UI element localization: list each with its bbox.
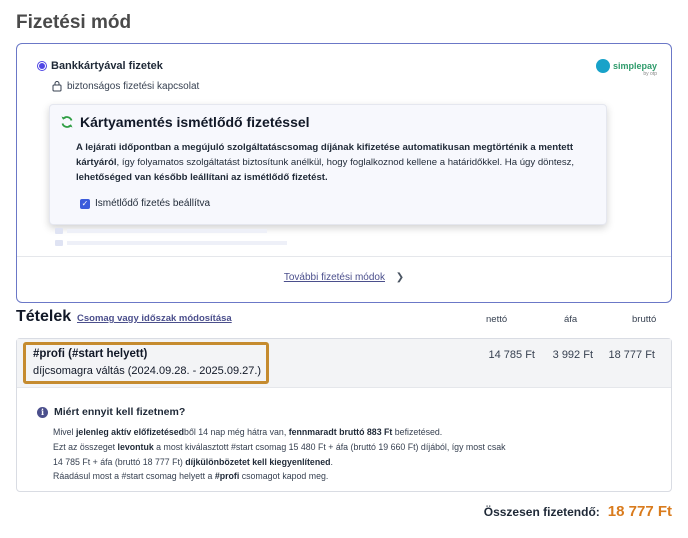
simplepay-logo-text: simplepay bbox=[612, 61, 657, 71]
col-header-net: nettó bbox=[486, 314, 508, 325]
total-label: Összesen fizetendő: bbox=[483, 505, 600, 519]
why-l1-c: ből 14 nap még hátra van, bbox=[184, 427, 289, 437]
table-row: #profi (#start helyett) díjcsomagra vált… bbox=[17, 339, 671, 388]
why-l3-a: 14 785 Ft + áfa (bruttó 18 777 Ft) bbox=[53, 456, 186, 467]
lock-icon bbox=[52, 81, 62, 92]
items-header: Tételek Csomag vagy időszak módosítása n… bbox=[16, 308, 672, 328]
recurring-title-text: Kártyamentés ismétlődő fizetéssel bbox=[80, 114, 310, 130]
why-line-4: Ráadásul most a #start csomag helyett a … bbox=[53, 469, 573, 484]
item-description: díjcsomagra váltás (2024.09.28. - 2025.0… bbox=[33, 365, 262, 377]
why-l4-c: csomagot kapod meg. bbox=[239, 471, 329, 482]
why-line-3: 14 785 Ft + áfa (bruttó 18 777 Ft) díjkü… bbox=[53, 455, 573, 470]
items-card: #profi (#start helyett) díjcsomagra vált… bbox=[16, 338, 672, 492]
why-l1-e: befizetésed. bbox=[392, 427, 443, 437]
col-header-vat: áfa bbox=[564, 314, 578, 325]
why-title: Miért ennyit kell fizetnem? bbox=[54, 406, 186, 418]
simplepay-logo-sub: by otp bbox=[643, 71, 657, 77]
why-line-2: Ezt az összeget levontuk a most kiválasz… bbox=[53, 440, 573, 455]
item-name: #profi (#start helyett) bbox=[33, 348, 148, 360]
info-icon: i bbox=[37, 406, 48, 418]
total-row: Összesen fizetendő: 18 777 Ft bbox=[484, 503, 672, 520]
item-gross-price: 18 777 Ft bbox=[608, 349, 655, 361]
card-payment-label: Bankkártyával fizetek bbox=[51, 60, 163, 72]
payment-method-card: Bankkártyával fizetek biztonságos fizeté… bbox=[16, 43, 672, 303]
divider bbox=[17, 256, 671, 257]
why-line-1: Mivel jelenleg aktív előfizetésedből 14 … bbox=[53, 425, 573, 440]
checkbox-checked-icon[interactable]: ✓ bbox=[80, 198, 90, 209]
why-title-row: i Miért ennyit kell fizetnem? bbox=[37, 406, 185, 418]
why-l1-b: jelenleg aktív előfizetésed bbox=[75, 427, 185, 437]
secure-connection-label: biztonságos fizetési kapcsolat bbox=[67, 80, 200, 92]
simplepay-logo-icon bbox=[595, 59, 610, 73]
recurring-text-bold-2: lehetőséged van később leállítani az ism… bbox=[76, 172, 328, 183]
secure-connection-row: biztonságos fizetési kapcsolat bbox=[51, 80, 199, 92]
faded-rows-decoration bbox=[55, 228, 287, 246]
why-l2-a: Ezt az összeget bbox=[53, 441, 118, 452]
total-value: 18 777 Ft bbox=[607, 503, 672, 520]
why-l4-a: Ráadásul most a #start csomag helyett a bbox=[53, 471, 215, 482]
recurring-checkbox-row[interactable]: ✓ Ismétlődő fizetés beállítva bbox=[80, 198, 210, 209]
recurring-title: Kártyamentés ismétlődő fizetéssel bbox=[60, 114, 310, 130]
recurring-checkbox-label: Ismétlődő fizetés beállítva bbox=[95, 198, 211, 209]
why-l1-a: Mivel bbox=[53, 427, 76, 437]
radio-selected-icon[interactable] bbox=[37, 61, 47, 71]
more-payment-methods-link[interactable]: További fizetési módok ❯ bbox=[17, 272, 671, 283]
page-title: Fizetési mód bbox=[16, 12, 132, 33]
modify-package-link[interactable]: Csomag vagy időszak módosítása bbox=[77, 313, 232, 324]
why-l1-d: fennmaradt bruttó 883 Ft bbox=[288, 427, 393, 437]
col-header-gross: bruttó bbox=[632, 314, 657, 325]
why-l2-c: a most kiválasztott #start csomag 15 480… bbox=[153, 441, 506, 452]
why-explanation: Mivel jelenleg aktív előfizetésedből 14 … bbox=[53, 425, 573, 484]
why-l3-c: . bbox=[330, 456, 333, 467]
sync-icon bbox=[61, 116, 73, 128]
why-l2-b: levontuk bbox=[117, 441, 154, 452]
faded-background-options bbox=[55, 227, 295, 251]
why-l4-b: #profi bbox=[214, 471, 240, 482]
more-payment-methods-label[interactable]: További fizetési módok bbox=[284, 272, 385, 283]
item-net-price: 14 785 Ft bbox=[488, 349, 535, 361]
simplepay-logo: simplepay by otp bbox=[595, 59, 657, 77]
chevron-right-icon: ❯ bbox=[395, 272, 405, 283]
recurring-description: A lejárati időpontban a megújuló szolgál… bbox=[76, 140, 600, 185]
why-l3-b: díjkülönbözetet kell kiegyenlítened bbox=[185, 456, 331, 467]
recurring-payment-panel: Kártyamentés ismétlődő fizetéssel A lejá… bbox=[49, 104, 607, 225]
items-title: Tételek bbox=[16, 308, 72, 325]
card-payment-option[interactable]: Bankkártyával fizetek bbox=[37, 60, 163, 72]
item-vat-price: 3 992 Ft bbox=[552, 349, 593, 361]
recurring-text-1: , így folyamatos szolgáltatást biztosítu… bbox=[116, 157, 575, 168]
